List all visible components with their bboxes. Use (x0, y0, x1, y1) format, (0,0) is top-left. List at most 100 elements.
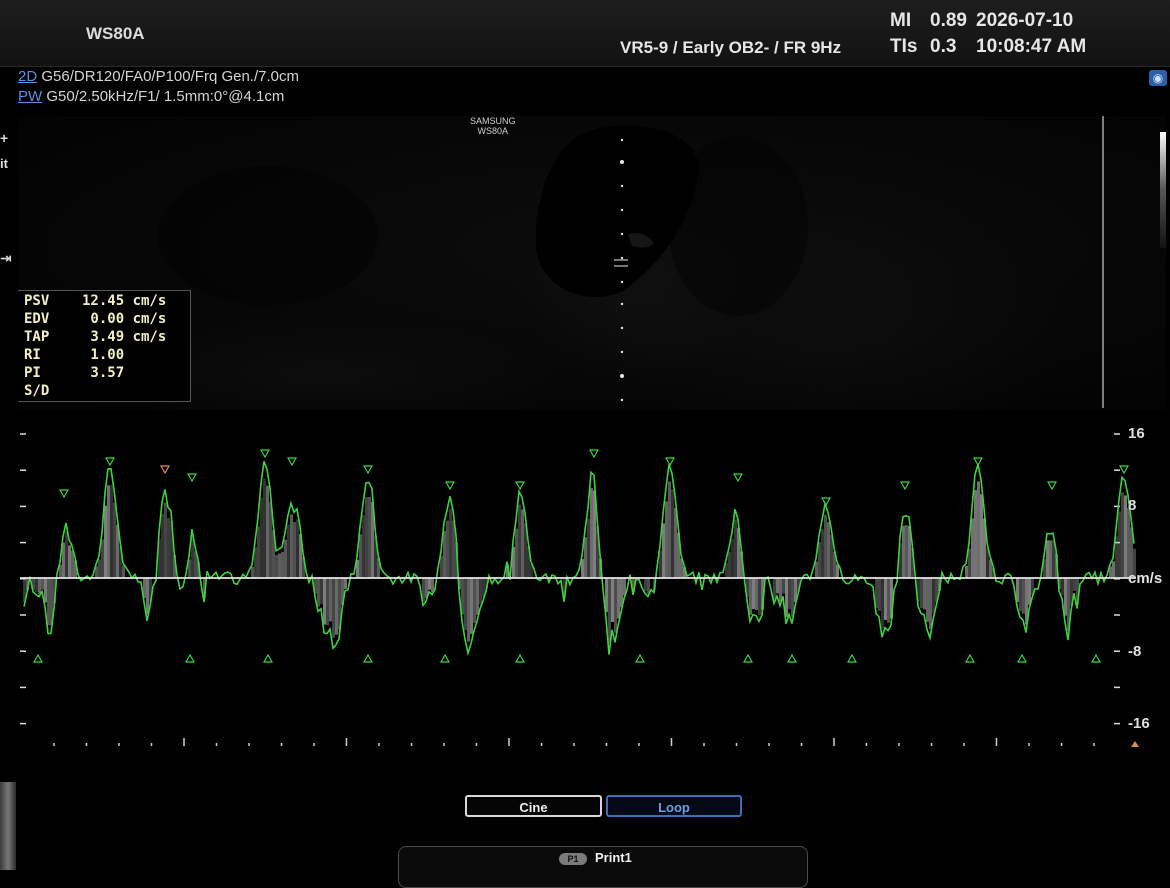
exam-time: 10:08:47 AM (976, 36, 1087, 57)
trough-marker (1090, 653, 1102, 663)
spectrum-speckle (1022, 578, 1025, 614)
spectrum-speckle (287, 524, 290, 578)
spectrum-speckle (668, 481, 671, 578)
spectrum-speckle (113, 502, 116, 578)
peak-marker (186, 473, 198, 483)
doppler-spectrum[interactable]: 16 8 cm/s -8 -16 (0, 412, 1170, 752)
peak-marker (732, 473, 744, 483)
focus-marker-icon[interactable]: ⇥ (0, 250, 12, 267)
spectrum-speckle (779, 578, 782, 602)
params-2d: 2D G56/DR120/FA0/P100/Frq Gen./7.0cm (18, 68, 299, 85)
spectrum-speckle (344, 578, 347, 589)
trough-marker (846, 653, 858, 663)
spectrum-speckle (776, 578, 779, 594)
spectrum-speckle (755, 578, 758, 610)
thumbnail-strip[interactable] (0, 782, 16, 870)
spectrum-speckle (41, 578, 44, 590)
spectrum-speckle (1073, 578, 1076, 591)
spectrum-speckle (827, 522, 830, 578)
mi-value: 0.89 (930, 10, 967, 31)
mode-2d-link[interactable]: 2D (18, 68, 37, 85)
cine-button[interactable]: Cine (465, 795, 602, 817)
spectrum-speckle (617, 578, 620, 619)
spectrum-speckle (971, 518, 974, 578)
spectrum-speckle (749, 578, 752, 615)
spectrum-speckle (1061, 578, 1064, 596)
trough-marker (1016, 653, 1028, 663)
trough-marker (439, 653, 451, 663)
trough-marker (514, 653, 526, 663)
mode-pw-link[interactable]: PW (18, 88, 42, 105)
spectrum-speckle (1118, 511, 1121, 578)
meas-row: PSV 12.45 cm/s (24, 293, 167, 309)
spectrum-speckle (290, 514, 293, 578)
trough-marker (742, 653, 754, 663)
print1-label[interactable]: Print1 (595, 850, 632, 865)
preset-label: VR5-9 / Early OB2- / FR 9Hz (620, 38, 842, 57)
trough-marker (786, 653, 798, 663)
spectrum-speckle (608, 578, 611, 644)
spectrum-speckle (965, 565, 968, 578)
spectrum-speckle (1064, 578, 1067, 616)
spectrum-speckle (467, 578, 470, 642)
spectrum-speckle (263, 478, 266, 578)
spectrum-speckle (758, 578, 761, 615)
spectrum-speckle (1127, 507, 1130, 578)
spectrum-speckle (1115, 536, 1118, 578)
spectrum-speckle (47, 578, 50, 626)
spectrum-speckle (773, 578, 776, 600)
spectrum-speckle (1019, 578, 1022, 612)
meas-row: RI 1.00 (24, 347, 125, 363)
params-2d-text: G56/DR120/FA0/P100/Frq Gen./7.0cm (37, 68, 299, 85)
spectrum-speckle (902, 525, 905, 578)
spectrum-speckle (590, 488, 593, 578)
velocity-unit: cm/s (1128, 570, 1163, 587)
trough-marker (184, 653, 196, 663)
spectrum-speckle (320, 578, 323, 605)
spectrum-speckle (473, 578, 476, 623)
spectrum-speckle (968, 548, 971, 578)
spectrum-speckle (923, 578, 926, 610)
spectrum-speckle (98, 559, 101, 578)
spectrum-speckle (614, 578, 617, 633)
mi-readout: MI 0.89 (890, 10, 967, 32)
spectrum-speckle (35, 578, 38, 593)
peak-marker (259, 449, 271, 459)
spectrum-speckle (881, 578, 884, 629)
spectrum-speckle (335, 578, 338, 635)
spectrum-speckle (1046, 540, 1049, 578)
left-depth-markers: + it ⇥ (0, 120, 18, 310)
spectrum-speckle (887, 578, 890, 623)
print-panel: P1 Print1 (398, 846, 808, 888)
camera-icon[interactable]: ◉ (1149, 70, 1167, 86)
exam-date: 2026-07-10 (976, 10, 1074, 31)
axis-tick-label: -16 (1128, 715, 1150, 732)
tis-label: TIs (890, 36, 918, 57)
spectrum-speckle (470, 578, 473, 634)
spectrum-speckle (44, 578, 47, 603)
plus-icon[interactable]: + (0, 130, 8, 146)
edge-text-icon: it (0, 156, 8, 171)
spectrum-speckle (587, 518, 590, 578)
gray-scale-bar (1160, 132, 1166, 248)
spectrum-speckle (521, 509, 524, 578)
device-name: WS80A (86, 24, 145, 43)
spectrum-speckle (329, 578, 332, 622)
spectrum-speckle (818, 542, 821, 578)
spectrum-speckle (464, 578, 467, 631)
p1-badge[interactable]: P1 (559, 853, 587, 865)
spectrum-speckle (932, 578, 935, 614)
spectrum-speckle (980, 494, 983, 578)
loop-button[interactable]: Loop (606, 795, 742, 817)
spectrum-speckle (275, 554, 278, 578)
peak-marker (972, 457, 984, 467)
spectrum-speckle (665, 501, 668, 578)
measurement-panel: PSV 12.45 cm/s EDV 0.00 cm/s TAP 3.49 cm/… (18, 290, 191, 402)
spectrum-speckle (359, 534, 362, 578)
peak-marker (588, 449, 600, 459)
peak-marker (362, 465, 374, 475)
spectrum-speckle (884, 578, 887, 621)
params-pw-text: G50/2.50kHz/F1/ 1.5mm:0°@4.1cm (42, 88, 285, 105)
peak-marker (286, 457, 298, 467)
peak-marker (1046, 481, 1058, 491)
